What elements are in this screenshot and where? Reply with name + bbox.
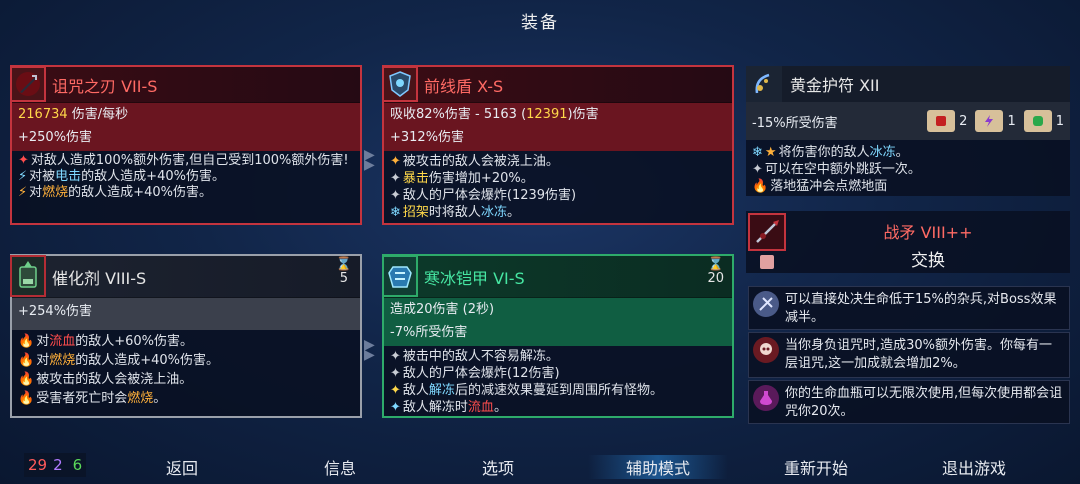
desc-line: ⚡ 对被电击的敌人造成+40%伤害。 <box>18 169 225 184</box>
scroll-count-red: 2 <box>927 110 967 132</box>
execute-icon <box>753 291 779 317</box>
red-fist-scroll-icon <box>927 110 956 132</box>
swap-action[interactable]: 交换 <box>746 246 1070 271</box>
mutation-curse[interactable]: 当你身负诅咒时,造成30%额外伤害。你每有一层诅咒,这一加成就会增加2%。 <box>748 332 1070 378</box>
dps-stat: 216734 伤害/每秒 <box>12 103 360 127</box>
desc-line: ⚡ 对燃烧的敌人造成+40%伤害。 <box>18 185 212 200</box>
cooldown-timer: ⌛ 5 <box>335 257 352 286</box>
item-name: 寒冰铠甲 VI-S <box>424 268 525 288</box>
green-scroll-count: 6 <box>72 456 83 474</box>
mutation-execute[interactable]: 可以直接处决生命低于15%的杂兵,对Boss效果减半。 <box>748 286 1070 330</box>
dps-value: 216734 <box>18 107 68 122</box>
scroll-count-green: 1 <box>1023 110 1064 132</box>
desc-line: 🔥 落地猛冲会点燃地面 <box>752 179 888 194</box>
dps-label: 伤害/每秒 <box>67 107 129 122</box>
desc-line: ❄ ★ 将伤害你的敌人冰冻。 <box>752 145 909 160</box>
slot-arrows: ▶ ▶ <box>364 147 375 173</box>
bottom-bar: 29 2 6 返回 信息 选项 辅助模式 重新开始 退出游戏 <box>0 453 1080 479</box>
red-scroll-count: 29 <box>28 456 48 474</box>
mutation-potion[interactable]: 你的生命血瓶可以无限次使用,但每次使用都会诅咒你20次。 <box>748 380 1070 424</box>
skill-desc: 🔥 对流血的敌人+60%伤害。 🔥 对燃烧的敌人造成+40%伤害。 🔥 被攻击的敌人会… <box>12 330 360 414</box>
desc-line: 🔥 对燃烧的敌人造成+40%伤害。 <box>18 353 220 368</box>
mutation-text: 当你身负诅咒时,造成30%额外伤害。你每有一层诅咒,这一加成就会增加2%。 <box>785 338 1053 371</box>
menu-back[interactable]: 返回 <box>122 455 242 479</box>
item-name: 前线盾 X-S <box>424 76 504 96</box>
menu-assist-mode[interactable]: 辅助模式 <box>588 455 728 479</box>
menu-options[interactable]: 选项 <box>438 455 558 479</box>
slot-arrows: ▶ ▶ <box>364 337 375 363</box>
desc-line: 🔥 受害者死亡时会燃烧。 <box>18 391 167 406</box>
amulet-desc: ❄ ★ 将伤害你的敌人冰冻。 ✦ 可以在空中额外跳跃一次。 🔥 落地猛冲会点燃地面 <box>746 140 1070 194</box>
hourglass-icon: ⌛ <box>335 257 352 272</box>
weapon-desc: ✦ 对敌人造成100%额外伤害,但自己受到100%额外伤害! ⚡ 对被电击的敌人造成… <box>12 151 360 221</box>
menu-restart[interactable]: 重新开始 <box>756 455 876 479</box>
amulet-panel[interactable]: 黄金护符 XII -15%所受伤害 2 1 1 ❄ ★ 将伤害你的敌人冰冻。 ✦ 可以… <box>746 66 1070 196</box>
cursed-sword-icon <box>10 65 46 102</box>
purple-bolt-scroll-icon <box>975 110 1004 132</box>
swap-item-panel[interactable]: 战矛 VIII++ 交换 <box>746 211 1070 273</box>
effect-stat: 造成20伤害 (2秒) <box>384 298 732 322</box>
menu-quit[interactable]: 退出游戏 <box>914 455 1034 479</box>
desc-line: ✦ 被击中的敌人不容易解冻。 <box>390 349 559 364</box>
block-stat: 吸收82%伤害 - 5163 (12391)伤害 <box>384 103 732 127</box>
weapon-desc: ✦ 被攻击的敌人会被浇上油。 ✦ 暴击伤害增加+20%。 ✦ 敌人的尸体会爆炸(123… <box>384 151 732 221</box>
shield-icon <box>382 65 418 102</box>
damage-bonus: +250%伤害 <box>12 127 360 151</box>
desc-line: ✦ 可以在空中额外跳跃一次。 <box>752 162 921 177</box>
desc-line: ✦ 敌人的尸体会爆炸(12伤害) <box>390 366 560 381</box>
item-name: 催化剂 VIII-S <box>52 268 147 288</box>
cell-counters: 29 2 6 <box>24 453 87 477</box>
skill-card-ice-armor[interactable]: 寒冰铠甲 VI-S ⌛ 20 造成20伤害 (2秒) -7%所受伤害 ✦ 被击中的敌… <box>382 254 734 418</box>
purple-scroll-count: 2 <box>53 456 63 474</box>
ice-armor-icon <box>382 254 418 297</box>
mutation-text: 可以直接处决生命低于15%的杂兵,对Boss效果减半。 <box>785 292 1057 325</box>
screen-title: 装备 <box>521 13 559 33</box>
desc-line: ✦ 敌人解冻后的减速效果蔓延到周围所有怪物。 <box>390 383 663 398</box>
amulet-icon <box>746 66 782 102</box>
desc-line: ✦ 暴击伤害增加+20%。 <box>390 171 534 186</box>
mutation-text: 你的生命血瓶可以无限次使用,但每次使用都会诅咒你20次。 <box>785 386 1063 419</box>
amulet-name: 黄金护符 XII <box>790 76 880 95</box>
skill-card-catalyst[interactable]: 催化剂 VIII-S ⌛ 5 +254%伤害 🔥 对流血的敌人+60%伤害。 🔥 对燃… <box>10 254 362 418</box>
scroll-count-purple: 1 <box>975 110 1016 132</box>
desc-line: ✦ 敌人解冻时流血。 <box>390 400 507 415</box>
curse-skull-icon <box>753 337 779 363</box>
desc-line: ✦ 敌人的尸体会爆炸(1239伤害) <box>390 188 577 203</box>
damage-bonus: +312%伤害 <box>384 127 732 151</box>
skill-desc: ✦ 被击中的敌人不容易解冻。 ✦ 敌人的尸体会爆炸(12伤害) ✦ 敌人解冻后的减速效… <box>384 346 732 418</box>
item-name: 诅咒之刃 VII-S <box>52 76 158 96</box>
catalyst-icon <box>10 254 46 297</box>
desc-line: 🔥 对流血的敌人+60%伤害。 <box>18 334 194 349</box>
green-arm-scroll-icon <box>1023 110 1052 132</box>
damage-bonus: +254%伤害 <box>12 298 360 330</box>
desc-line: 🔥 被攻击的敌人会被浇上油。 <box>18 372 193 387</box>
hourglass-icon: ⌛ <box>707 257 724 272</box>
menu-info[interactable]: 信息 <box>280 455 400 479</box>
desc-line: ✦ 对敌人造成100%额外伤害,但自己受到100%额外伤害! <box>18 153 349 168</box>
weapon-card-cursed-sword[interactable]: 诅咒之刃 VII-S 216734 伤害/每秒 +250%伤害 ✦ 对敌人造成10… <box>10 65 362 225</box>
amulet-stat: -15%所受伤害 <box>752 115 838 131</box>
swap-item-name: 战矛 VIII++ <box>883 223 973 242</box>
damage-reduction: -7%所受伤害 <box>384 322 732 346</box>
desc-line: ❄ 招架时将敌人冰冻。 <box>390 205 520 220</box>
amulet-stat-row: -15%所受伤害 2 1 1 <box>746 102 1070 140</box>
cooldown-timer: ⌛ 20 <box>707 257 724 286</box>
weapon-card-front-line-shield[interactable]: 前线盾 X-S 吸收82%伤害 - 5163 (12391)伤害 +312%伤害… <box>382 65 734 225</box>
potion-icon <box>753 385 779 411</box>
desc-line: ✦ 被攻击的敌人会被浇上油。 <box>390 154 559 169</box>
